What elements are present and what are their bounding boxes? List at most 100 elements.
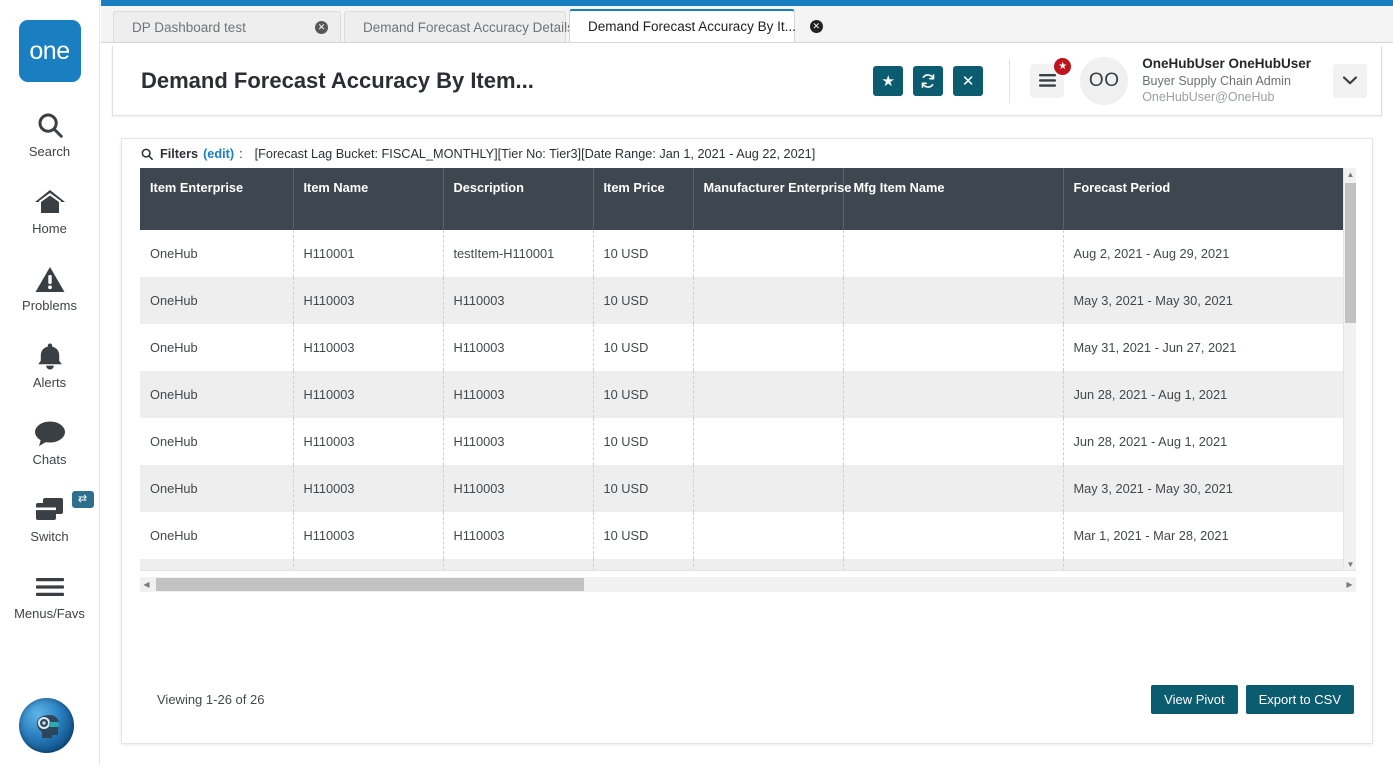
sidebar-item-home[interactable]: Home [0, 185, 100, 236]
vertical-scrollbar[interactable]: ▲ ▼ [1343, 168, 1356, 571]
sidebar-item-label: Home [32, 221, 67, 236]
tab-bar: DP Dashboard test ✕ Demand Forecast Accu… [101, 6, 1393, 43]
cell-item-enterprise: OneHub [140, 230, 293, 277]
cell-item-enterprise: OneHub [140, 371, 293, 418]
column-header-description[interactable]: Description [443, 168, 593, 230]
cell-mfg-item-name [843, 230, 1063, 277]
ai-assistant-globe-icon[interactable] [19, 698, 74, 753]
cell-forecast-period: Mar 1, 2021 - Mar 28, 2021 [1063, 512, 1356, 559]
cell-description: H110003 [443, 418, 593, 465]
cell-forecast-period: Mar 29, 2021 - May 2, 2021 [1063, 559, 1356, 571]
close-circle-icon[interactable]: ✕ [810, 20, 823, 33]
cell-mfg-item-name [843, 418, 1063, 465]
search-icon [141, 148, 153, 160]
table-row[interactable]: OneHubH110003H11000310 USDMay 31, 2021 -… [140, 324, 1356, 371]
cell-manufacturer-enterprise [693, 559, 843, 571]
table-row[interactable]: OneHubH110003H11000310 USDMar 1, 2021 - … [140, 512, 1356, 559]
tab-demand-forecast-accuracy-by-item[interactable]: Demand Forecast Accuracy By It... ✕ [569, 9, 795, 42]
cell-forecast-period: Jun 28, 2021 - Aug 1, 2021 [1063, 371, 1356, 418]
cell-item-enterprise: OneHub [140, 465, 293, 512]
table-row[interactable]: OneHubH110003H11000310 USDJun 28, 2021 -… [140, 418, 1356, 465]
swap-arrows-icon[interactable]: ⇄ [72, 491, 94, 508]
close-button[interactable]: ✕ [953, 66, 983, 96]
tab-demand-forecast-accuracy-details[interactable]: Demand Forecast Accuracy Details ✕ [344, 11, 566, 42]
table-row[interactable]: OneHubH110003H11000310 USDMay 3, 2021 - … [140, 277, 1356, 324]
star-icon: ★ [881, 72, 894, 90]
cell-forecast-period: Jun 28, 2021 - Aug 1, 2021 [1063, 418, 1356, 465]
column-header-item-name[interactable]: Item Name [293, 168, 443, 230]
vertical-scrollbar-thumb[interactable] [1345, 183, 1356, 323]
sidebar-item-problems[interactable]: Problems [0, 262, 100, 313]
tab-label: DP Dashboard test [132, 20, 301, 35]
user-email: OneHubUser@OneHub [1142, 89, 1311, 106]
one-network-logo[interactable]: one [19, 20, 81, 82]
cell-item-enterprise: OneHub [140, 418, 293, 465]
avatar[interactable]: OO [1080, 57, 1128, 105]
warning-triangle-icon [35, 262, 65, 296]
triangle-right-icon[interactable]: ▶ [1343, 577, 1356, 592]
bell-icon [36, 339, 64, 373]
cell-item-name: H110003 [293, 371, 443, 418]
export-to-csv-button[interactable]: Export to CSV [1246, 685, 1354, 714]
page-title: Demand Forecast Accuracy By Item... [141, 68, 863, 94]
sidebar-item-menus-favs[interactable]: Menus/Favs [0, 570, 100, 621]
table-row[interactable]: OneHubH110003H11000310 USDMar 29, 2021 -… [140, 559, 1356, 571]
close-x-icon: ✕ [962, 72, 975, 90]
tab-dp-dashboard-test[interactable]: DP Dashboard test ✕ [113, 11, 341, 42]
sidebar-item-label: Menus/Favs [14, 606, 85, 621]
search-icon [35, 108, 65, 142]
cell-item-price: 10 USD [593, 512, 693, 559]
header-row: Item Enterprise Item Name Description It… [140, 168, 1356, 230]
cell-manufacturer-enterprise [693, 371, 843, 418]
cell-manufacturer-enterprise [693, 324, 843, 371]
filters-edit-link[interactable]: (edit) [203, 147, 234, 161]
cell-item-enterprise: OneHub [140, 324, 293, 371]
home-icon [34, 185, 66, 219]
user-menu-toggle[interactable] [1333, 64, 1367, 98]
view-pivot-button[interactable]: View Pivot [1151, 685, 1237, 714]
filters-label: Filters [160, 147, 198, 161]
table-row[interactable]: OneHubH110001testItem-H11000110 USDAug 2… [140, 230, 1356, 277]
filters-colon: : [239, 147, 243, 161]
chevron-down-icon [1343, 76, 1357, 85]
table-row[interactable]: OneHubH110003H11000310 USDJun 28, 2021 -… [140, 371, 1356, 418]
chat-bubble-icon [34, 416, 66, 450]
cell-forecast-period: Aug 2, 2021 - Aug 29, 2021 [1063, 230, 1356, 277]
panel-footer: Viewing 1-26 of 26 View Pivot Export to … [122, 655, 1372, 743]
cell-mfg-item-name [843, 512, 1063, 559]
cell-description: H110003 [443, 324, 593, 371]
column-header-mfg-item-name[interactable]: Mfg Item Name [843, 168, 1063, 230]
cell-item-price: 10 USD [593, 465, 693, 512]
cell-item-name: H110001 [293, 230, 443, 277]
column-header-item-price[interactable]: Item Price [593, 168, 693, 230]
cell-item-enterprise: OneHub [140, 277, 293, 324]
sidebar-item-chats[interactable]: Chats [0, 416, 100, 467]
sidebar-item-label: Chats [33, 452, 67, 467]
horizontal-scrollbar-thumb[interactable] [156, 578, 584, 591]
table-row[interactable]: OneHubH110003H11000310 USDMay 3, 2021 - … [140, 465, 1356, 512]
cell-forecast-period: May 3, 2021 - May 30, 2021 [1063, 465, 1356, 512]
sidebar-item-search[interactable]: Search [0, 108, 100, 159]
triangle-down-icon[interactable]: ▼ [1344, 558, 1356, 571]
triangle-left-icon[interactable]: ◀ [140, 577, 153, 592]
sidebar-item-alerts[interactable]: Alerts [0, 339, 100, 390]
column-header-forecast-period[interactable]: Forecast Period [1063, 168, 1356, 230]
favorite-button[interactable]: ★ [873, 66, 903, 96]
refresh-button[interactable] [913, 66, 943, 96]
page-header-card: Demand Forecast Accuracy By Item... ★ ✕ [112, 46, 1382, 116]
cell-mfg-item-name [843, 324, 1063, 371]
context-menu-button[interactable]: ★ [1030, 64, 1064, 98]
cell-item-price: 10 USD [593, 559, 693, 571]
horizontal-scrollbar[interactable]: ◀ ▶ [140, 577, 1356, 592]
triangle-up-icon[interactable]: ▲ [1344, 168, 1356, 181]
star-badge-icon: ★ [1053, 57, 1072, 76]
sidebar-item-switch[interactable]: ⇄ Switch [0, 493, 100, 544]
cell-mfg-item-name [843, 277, 1063, 324]
column-header-item-enterprise[interactable]: Item Enterprise [140, 168, 293, 230]
data-grid-wrapper: Item Enterprise Item Name Description It… [140, 168, 1356, 571]
cell-manufacturer-enterprise [693, 418, 843, 465]
cell-forecast-period: May 31, 2021 - Jun 27, 2021 [1063, 324, 1356, 371]
data-grid-header: Item Enterprise Item Name Description It… [140, 168, 1356, 230]
close-circle-icon[interactable]: ✕ [315, 21, 328, 34]
column-header-manufacturer-enterprise[interactable]: Manufacturer Enterprise [693, 168, 843, 230]
